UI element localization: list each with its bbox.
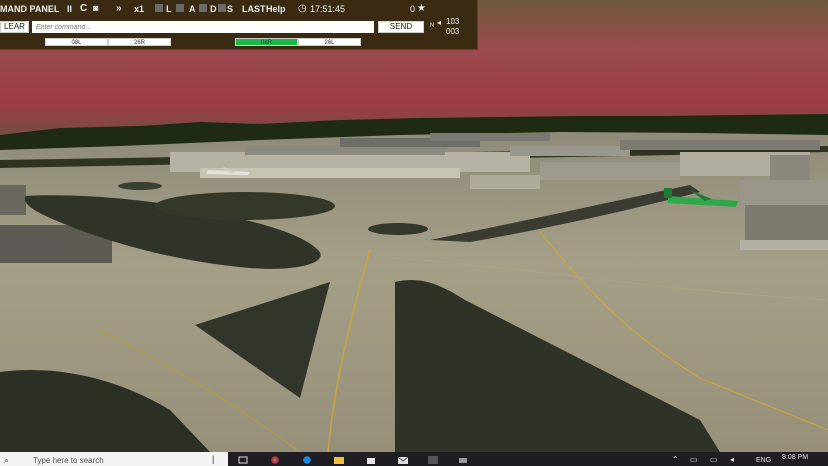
filter-checkbox[interactable]: [155, 4, 163, 12]
search-icon: ⌕: [4, 455, 10, 465]
compass-arrow-icon: ◂: [437, 18, 442, 27]
grass-patch: [118, 182, 162, 190]
filter-label-l: L: [166, 4, 172, 14]
help-button[interactable]: Help: [266, 4, 286, 14]
filter-label-s: S: [227, 4, 234, 14]
filter-label-a: A: [189, 4, 196, 14]
chrome-icon[interactable]: [270, 456, 280, 464]
camera-icon[interactable]: ◙: [93, 3, 98, 13]
pause-button[interactable]: II: [67, 4, 72, 14]
taskbar-search-box[interactable]: ⌕ Type here to search |: [0, 452, 228, 466]
search-placeholder: Type here to search: [33, 456, 104, 465]
filter-checkbox[interactable]: [199, 4, 207, 12]
speed-multiplier[interactable]: x1: [134, 4, 144, 14]
send-button[interactable]: SEND: [378, 21, 424, 33]
last-button[interactable]: LAST: [242, 4, 266, 14]
battery-icon[interactable]: ▭: [710, 455, 718, 464]
notification-chevron-icon[interactable]: ⌃: [672, 455, 679, 464]
grass-patch: [368, 223, 428, 235]
network-icon[interactable]: ▭: [690, 455, 698, 464]
language-indicator[interactable]: ENG: [756, 457, 771, 464]
extra-app-icon[interactable]: [458, 456, 468, 464]
runway-08l[interactable]: 08L: [45, 38, 108, 46]
panel-title: MAND PANEL: [0, 4, 60, 14]
runway-08r[interactable]: 08R: [235, 38, 298, 46]
command-input[interactable]: [32, 21, 374, 33]
file-explorer-icon[interactable]: [334, 456, 344, 464]
runway-26l[interactable]: 26L: [298, 38, 361, 46]
grass-patch: [155, 192, 335, 220]
runway-26r[interactable]: 26R: [108, 38, 171, 46]
store-icon[interactable]: [366, 456, 376, 464]
task-view-icon[interactable]: [238, 456, 248, 464]
sim-clock: 17:51:45: [310, 4, 346, 14]
volume-icon[interactable]: ◂: [730, 455, 734, 464]
compass-north-label: N: [430, 23, 435, 29]
left-building: [0, 185, 26, 215]
clear-button[interactable]: LEAR: [0, 21, 29, 33]
fast-forward-icon[interactable]: »: [116, 3, 122, 14]
system-clock[interactable]: 8:08 PM: [782, 454, 808, 461]
command-panel: MAND PANEL II C ◙ » x1 L A D S LAST Help…: [0, 0, 478, 50]
airport-scene-view: [0, 0, 828, 466]
filter-label-d: D: [210, 4, 217, 14]
star-icon: ★: [417, 3, 426, 14]
heading-bottom: 003: [446, 27, 460, 36]
score-value: 0: [410, 4, 416, 14]
filter-checkbox[interactable]: [176, 4, 184, 12]
clock-icon: ◷: [298, 3, 307, 14]
refresh-icon[interactable]: C: [80, 3, 87, 14]
game-app-icon[interactable]: [428, 456, 438, 464]
mail-icon[interactable]: [398, 456, 408, 464]
heading-top: 103: [446, 17, 460, 26]
edge-icon[interactable]: [302, 456, 312, 464]
microphone-icon[interactable]: |: [212, 454, 214, 464]
filter-checkbox[interactable]: [218, 4, 226, 12]
